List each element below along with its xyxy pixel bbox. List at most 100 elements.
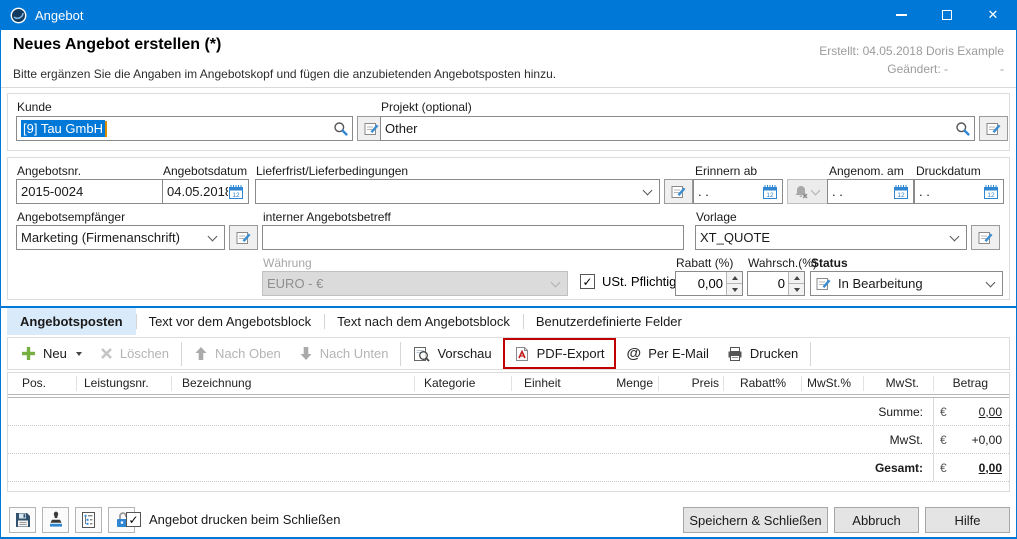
angebotsdatum-input[interactable]: 04.05.2018 12: [162, 179, 249, 204]
stamp-icon-button[interactable]: [42, 507, 69, 533]
ust-pflichtig-field: ✓ USt. Pflichtig: [580, 274, 676, 289]
projekt-edit-button[interactable]: [979, 116, 1008, 141]
calendar-icon[interactable]: 12: [762, 184, 778, 200]
lieferfrist-combobox[interactable]: [255, 179, 660, 204]
neu-label: Neu: [43, 346, 67, 361]
details-group: Angebotsnr. 2015-0024 Angebotsdatum 04.0…: [7, 157, 1010, 300]
x-icon: [100, 347, 113, 360]
calendar-icon[interactable]: 12: [983, 184, 999, 200]
empfaenger-label: Angebotsempfänger: [17, 210, 125, 224]
tab-angebotsposten[interactable]: Angebotsposten: [7, 308, 136, 335]
summe-row: Summe: € 0,00: [8, 398, 1009, 426]
empfaenger-edit-button[interactable]: [229, 225, 258, 250]
print-on-close-field: ✓ Angebot drucken beim Schließen: [126, 512, 341, 527]
column-header-menge: Menge: [607, 376, 659, 391]
tab-text-nach-angebotsblock[interactable]: Text nach dem Angebotsblock: [324, 308, 523, 335]
print-on-close-checkbox[interactable]: ✓: [126, 512, 141, 527]
chevron-down-icon: [810, 185, 820, 195]
chevron-down-icon: [551, 277, 561, 287]
toolbar-separator: [400, 342, 401, 366]
spin-up-button[interactable]: [727, 272, 742, 283]
spin-down-button[interactable]: [727, 283, 742, 295]
erinnern-ab-input[interactable]: . . 12: [693, 179, 783, 204]
lieferfrist-edit-button[interactable]: [664, 179, 693, 204]
angenommen-am-label: Angenom. am: [829, 164, 904, 178]
angebotsnr-label: Angebotsnr.: [17, 164, 81, 178]
page-title: Neues Angebot erstellen (*): [13, 36, 221, 54]
column-header-rabatt: Rabatt%: [724, 376, 802, 391]
spin-down-button[interactable]: [789, 283, 804, 295]
floppy-disk-icon: [14, 511, 32, 529]
column-header-einheit: Einheit: [512, 376, 607, 391]
spin-up-button[interactable]: [789, 272, 804, 283]
close-button[interactable]: ✕: [970, 0, 1016, 30]
report-outline-icon: [80, 511, 97, 529]
calendar-icon[interactable]: 12: [228, 184, 244, 200]
vorlage-combobox[interactable]: XT_QUOTE: [695, 225, 967, 250]
rabatt-spinner[interactable]: 0,00: [675, 271, 743, 296]
calendar-icon[interactable]: 12: [893, 184, 909, 200]
nach-unten-button[interactable]: Nach Unten: [290, 340, 398, 368]
tab-benutzerdefinierte-felder[interactable]: Benutzerdefinierte Felder: [523, 308, 695, 335]
angebotsdatum-label: Angebotsdatum: [163, 164, 247, 178]
report-icon-button[interactable]: [75, 507, 102, 533]
tab-text-vor-angebotsblock[interactable]: Text vor dem Angebotsblock: [136, 308, 325, 335]
empfaenger-combobox[interactable]: Marketing (Firmenanschrift): [16, 225, 225, 250]
search-icon[interactable]: [333, 121, 348, 136]
angenommen-am-input[interactable]: . . 12: [827, 179, 914, 204]
search-icon[interactable]: [955, 121, 970, 136]
minimize-button[interactable]: [878, 0, 924, 30]
svg-text:12: 12: [987, 192, 995, 199]
chevron-down-icon[interactable]: [76, 352, 82, 356]
modified-value: -: [1000, 60, 1004, 78]
erinnern-ab-value: . .: [698, 184, 762, 199]
waehrung-combobox: EURO - €: [262, 271, 568, 296]
titlebar: Angebot ✕: [1, 0, 1016, 30]
per-email-button[interactable]: @ Per E-Mail: [618, 340, 718, 368]
vorlage-edit-button[interactable]: [971, 225, 1000, 250]
kunde-input[interactable]: [9] Tau GmbH: [16, 116, 353, 141]
projekt-label: Projekt (optional): [381, 100, 472, 114]
maximize-icon: [942, 10, 952, 20]
gesamt-row: Gesamt: € 0,00: [8, 454, 1009, 482]
nach-oben-button[interactable]: Nach Oben: [185, 340, 290, 368]
ust-pflichtig-checkbox[interactable]: ✓: [580, 274, 595, 289]
wahrsch-spinner[interactable]: 0: [747, 271, 805, 296]
arrow-down-icon: [732, 288, 738, 292]
druckdatum-value: . .: [919, 184, 983, 199]
loeschen-button[interactable]: Löschen: [91, 340, 178, 368]
chevron-down-icon: [208, 231, 218, 241]
gesamt-label: Gesamt:: [8, 461, 933, 475]
betreff-input[interactable]: [262, 225, 684, 250]
chevron-down-icon: [950, 231, 960, 241]
projekt-input[interactable]: Other: [380, 116, 975, 141]
plus-icon: [21, 346, 36, 361]
wahrsch-value: 0: [748, 272, 788, 295]
reminder-bell-button[interactable]: [787, 179, 828, 204]
save-close-button[interactable]: Speichern & Schließen: [683, 507, 828, 533]
column-header-betrag: Betrag: [934, 376, 1009, 391]
pdf-export-button[interactable]: PDF-Export: [505, 340, 614, 368]
druckdatum-input[interactable]: . . 12: [914, 179, 1004, 204]
edit-icon: [235, 229, 252, 246]
arrow-up-icon: [194, 346, 208, 361]
page-subtitle: Bitte ergänzen Sie die Angaben im Angebo…: [13, 67, 556, 81]
maximize-button[interactable]: [924, 0, 970, 30]
summe-label: Summe:: [8, 405, 933, 419]
dialog-window: Angebot ✕ Neues Angebot erstellen (*) Er…: [0, 0, 1017, 539]
column-header-kategorie: Kategorie: [415, 376, 512, 391]
drucken-button[interactable]: Drucken: [718, 340, 807, 368]
created-label: Erstellt:: [819, 44, 859, 58]
status-combobox[interactable]: In Bearbeitung: [810, 271, 1003, 296]
kunde-label: Kunde: [17, 100, 52, 114]
help-button[interactable]: Hilfe: [925, 507, 1010, 533]
vorschau-button[interactable]: Vorschau: [404, 340, 500, 368]
angebotsnr-input[interactable]: 2015-0024: [16, 179, 171, 204]
cancel-button[interactable]: Abbruch: [834, 507, 919, 533]
save-icon-button[interactable]: [9, 507, 36, 533]
wahrsch-label: Wahrsch.(%): [748, 256, 817, 270]
column-header-bezeichnung: Bezeichnung: [172, 376, 415, 391]
mwst-row: MwSt. € +0,00: [8, 426, 1009, 454]
neu-button[interactable]: Neu: [12, 340, 91, 368]
preview-icon: [413, 346, 430, 362]
